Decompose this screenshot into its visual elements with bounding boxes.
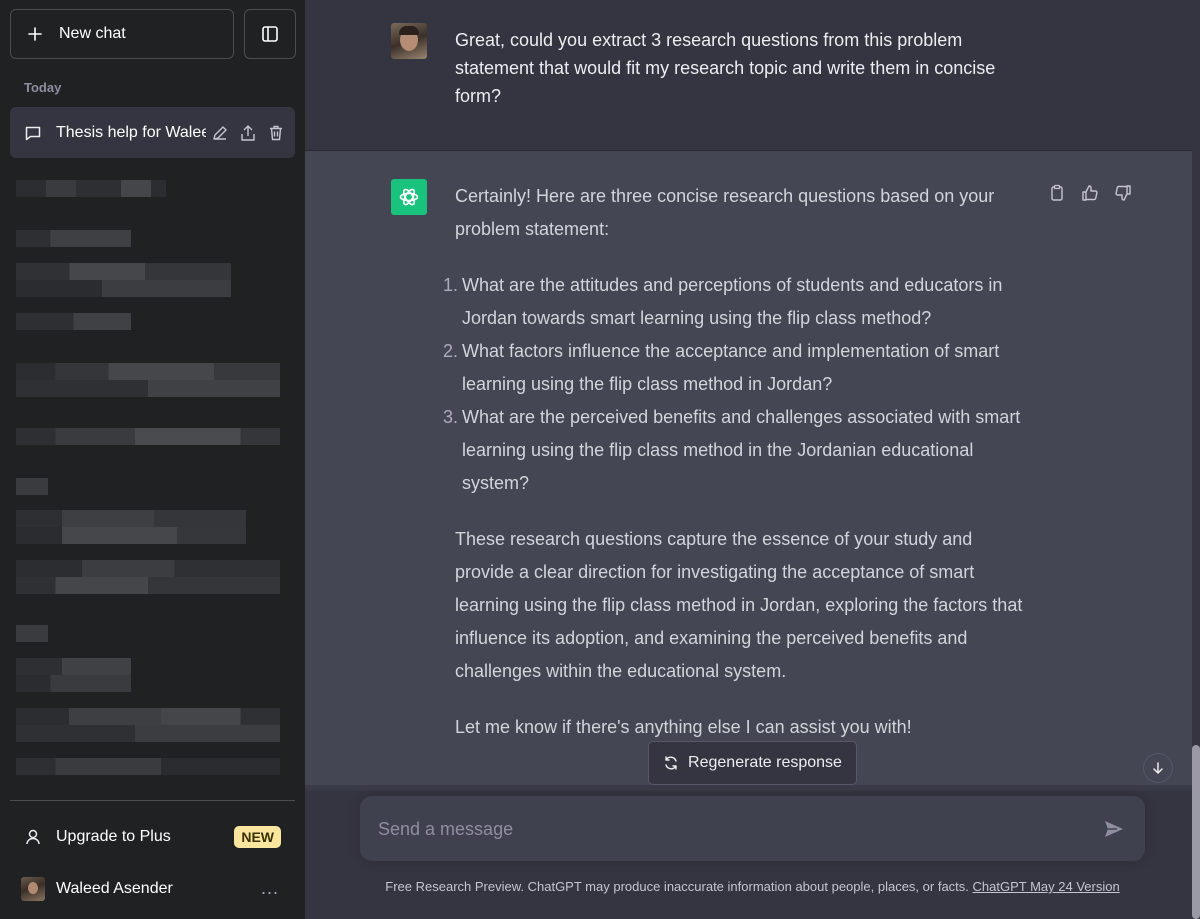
user-avatar	[391, 23, 427, 59]
thumbs-down-button[interactable]	[1113, 183, 1132, 202]
message-actions	[1047, 183, 1132, 202]
assistant-closing: Let me know if there's anything else I c…	[455, 717, 912, 737]
assistant-summary: These research questions capture the ess…	[455, 529, 1023, 681]
upgrade-label: Upgrade to Plus	[56, 828, 171, 845]
thumbs-up-button[interactable]	[1080, 183, 1099, 202]
thumbs-down-icon	[1114, 184, 1131, 201]
plus-icon	[28, 27, 42, 41]
regenerate-response-button[interactable]: Regenerate response	[648, 741, 857, 785]
regenerate-label: Regenerate response	[688, 754, 842, 771]
share-chat-button[interactable]	[238, 123, 258, 143]
send-icon[interactable]	[1103, 818, 1125, 840]
list-item: 1. What are the attitudes and perceptions…	[442, 275, 1003, 328]
section-label-today: Today	[24, 80, 62, 95]
thumbs-up-icon	[1081, 184, 1098, 201]
list-item: 2. What factors influence the acceptance …	[442, 341, 1000, 394]
chat-main: Great, could you extract 3 research ques…	[305, 0, 1200, 919]
list-item: 3. What are the perceived benefits and ch…	[442, 407, 1021, 493]
message-input[interactable]	[378, 814, 1078, 844]
assistant-message-body: Certainly! Here are three concise resear…	[442, 180, 1035, 744]
new-chat-button[interactable]: New chat	[10, 9, 234, 59]
arrow-down-icon	[1153, 762, 1163, 774]
user-account-button[interactable]: Waleed Asender ...	[10, 864, 295, 914]
sidebar-divider	[10, 800, 295, 801]
user-name: Waleed Asender	[56, 880, 173, 897]
refresh-icon	[665, 756, 677, 770]
redacted-chat-history	[16, 168, 296, 788]
openai-logo-icon	[391, 179, 427, 215]
new-chat-label: New chat	[59, 25, 126, 42]
sidebar-toggle-button[interactable]	[244, 9, 296, 59]
share-icon	[241, 124, 255, 141]
assistant-message: Certainly! Here are three concise resear…	[305, 151, 1192, 791]
assistant-intro: Certainly! Here are three concise resear…	[455, 186, 995, 239]
version-link[interactable]: ChatGPT May 24 Version	[973, 879, 1120, 894]
pencil-icon	[213, 125, 227, 140]
trash-icon	[270, 125, 282, 140]
footer-disclaimer: Free Research Preview. ChatGPT may produ…	[385, 879, 1120, 894]
copy-button[interactable]	[1047, 183, 1066, 202]
composer-area: Free Research Preview. ChatGPT may produ…	[305, 785, 1192, 919]
clipboard-icon	[1050, 184, 1063, 201]
edit-chat-button[interactable]	[210, 123, 230, 143]
message-input-box	[360, 796, 1145, 861]
active-chat-title: Thesis help for Waleed	[56, 123, 206, 141]
upgrade-to-plus-button[interactable]: Upgrade to Plus NEW	[10, 812, 295, 862]
chat-bubble-icon	[25, 126, 41, 140]
user-icon	[26, 829, 40, 845]
sidebar-toggle-icon	[262, 26, 278, 42]
more-options-icon[interactable]: ...	[261, 878, 279, 899]
sidebar: New chat Today Thesis help for Waleed Up…	[0, 0, 305, 919]
research-questions-list: 1. What are the attitudes and perceptions…	[442, 269, 1035, 500]
delete-chat-button[interactable]	[266, 123, 286, 143]
avatar	[21, 877, 45, 901]
new-badge: NEW	[234, 826, 281, 848]
user-message-text: Great, could you extract 3 research ques…	[455, 30, 996, 106]
user-message: Great, could you extract 3 research ques…	[305, 0, 1192, 151]
sidebar-item-active-chat[interactable]: Thesis help for Waleed	[10, 107, 295, 158]
scroll-to-bottom-button[interactable]	[1143, 753, 1173, 783]
